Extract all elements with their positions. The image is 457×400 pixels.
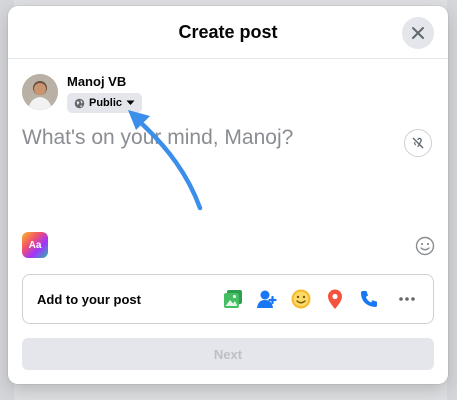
photo-video-button[interactable] (221, 287, 245, 311)
user-name: Manoj VB (67, 74, 127, 89)
next-button[interactable]: Next (22, 338, 434, 370)
audience-selector-button[interactable]: Public (67, 93, 143, 113)
background-feed-right (447, 0, 457, 400)
call-icon (361, 291, 377, 307)
create-post-dialog: Create post Manoj VB Public What's on yo… (8, 6, 448, 384)
voice-icon (412, 137, 424, 149)
feeling-icon (291, 289, 311, 309)
more-icon (399, 297, 415, 301)
emoji-icon (415, 236, 435, 256)
globe-icon (74, 98, 85, 108)
dialog-title: Create post (178, 22, 278, 42)
more-options-button[interactable] (395, 287, 419, 311)
close-button[interactable] (402, 17, 434, 49)
avatar (22, 74, 58, 110)
close-icon (412, 27, 424, 39)
call-button[interactable] (357, 287, 381, 311)
post-text-input[interactable] (22, 126, 382, 150)
tag-people-icon (257, 290, 277, 308)
voice-button[interactable] (404, 129, 432, 157)
check-in-icon (328, 289, 342, 309)
tag-people-button[interactable] (255, 287, 279, 311)
check-in-button[interactable] (323, 287, 347, 311)
feeling-activity-button[interactable] (289, 287, 313, 311)
audience-label: Public (89, 97, 123, 109)
dialog-header: Create post (8, 6, 448, 59)
emoji-button[interactable] (415, 236, 435, 261)
add-to-post-label: Add to your post (37, 292, 141, 307)
background-picker-label: Aa (28, 239, 42, 251)
background-picker-button[interactable]: Aa (22, 232, 48, 258)
caret-down-icon (126, 100, 135, 105)
photo-video-icon (224, 290, 242, 308)
add-to-post-bar: Add to your post (22, 274, 434, 324)
